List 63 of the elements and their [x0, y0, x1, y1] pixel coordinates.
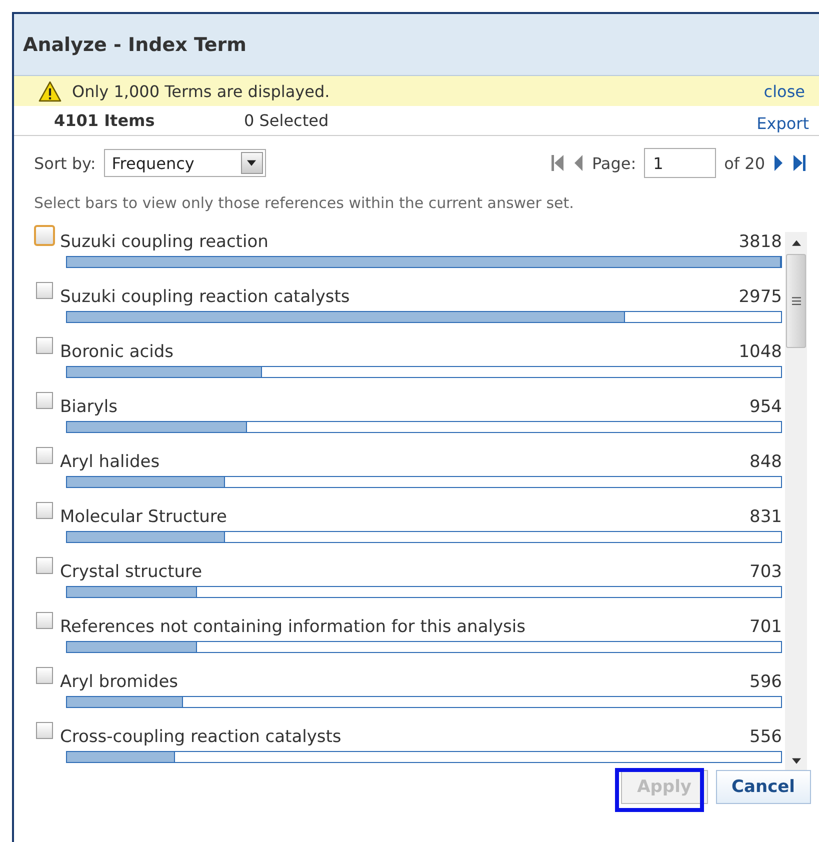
- checkbox[interactable]: [36, 722, 53, 739]
- scrollbar[interactable]: [785, 232, 807, 772]
- checkbox[interactable]: [36, 447, 53, 464]
- previous-page-icon[interactable]: [573, 153, 584, 173]
- checkbox[interactable]: [36, 667, 53, 684]
- frequency-bar[interactable]: [66, 696, 782, 708]
- term-label[interactable]: Crystal structure: [60, 562, 750, 582]
- term-count: 954: [750, 397, 782, 417]
- term-count: 831: [750, 507, 782, 527]
- last-page-icon[interactable]: [792, 153, 807, 173]
- term-label[interactable]: Suzuki coupling reaction: [60, 232, 739, 252]
- scroll-thumb[interactable]: [786, 254, 806, 348]
- term-count: 596: [750, 672, 782, 692]
- frequency-bar[interactable]: [66, 421, 782, 433]
- close-link[interactable]: close: [764, 82, 805, 100]
- hint-text: Select bars to view only those references within the current answer set.: [33, 193, 575, 212]
- frequency-bar[interactable]: [66, 751, 782, 763]
- checkbox[interactable]: [36, 612, 53, 629]
- term-label[interactable]: Biaryls: [60, 397, 750, 417]
- frequency-bar[interactable]: [66, 311, 782, 323]
- export-link[interactable]: Export: [756, 114, 809, 133]
- window-title: Analyze - Index Term: [23, 34, 246, 56]
- term-count: 703: [750, 562, 782, 582]
- term-count: 701: [750, 617, 782, 637]
- warning-icon: [38, 80, 62, 102]
- frequency-bar[interactable]: [66, 531, 782, 543]
- frequency-bar[interactable]: [66, 586, 782, 598]
- item-count: 4101 Items: [54, 111, 156, 130]
- term-count: 556: [750, 727, 782, 747]
- term-count: 1048: [738, 342, 782, 362]
- checkbox[interactable]: [34, 225, 55, 246]
- term-label[interactable]: Aryl bromides: [60, 672, 750, 692]
- grip-icon: [792, 297, 800, 305]
- page-total: of 20: [724, 154, 765, 172]
- dialog-button[interactable]: Cancel: [716, 770, 811, 804]
- checkbox[interactable]: [36, 337, 53, 354]
- frequency-bar[interactable]: [66, 476, 782, 488]
- frequency-bar[interactable]: [66, 366, 782, 378]
- caret-icon: [247, 160, 256, 166]
- term-count: 3818: [738, 232, 782, 252]
- term-count: 2975: [738, 287, 782, 307]
- checkbox[interactable]: [36, 392, 53, 409]
- checkbox[interactable]: [36, 557, 53, 574]
- term-label[interactable]: Suzuki coupling reaction catalysts: [60, 287, 739, 307]
- notice-text: Only 1,000 Terms are displayed.: [72, 82, 331, 100]
- term-count: 848: [750, 452, 782, 472]
- page-field[interactable]: 1: [644, 148, 716, 178]
- checkbox[interactable]: [36, 502, 53, 519]
- term-label[interactable]: Molecular Structure: [60, 507, 750, 527]
- frequency-bar[interactable]: [66, 641, 782, 653]
- selected-count: 0 Selected: [244, 111, 330, 130]
- sort-dropdown[interactable]: Frequency: [104, 149, 266, 177]
- first-page-icon[interactable]: [550, 153, 565, 173]
- term-label[interactable]: Boronic acids: [60, 342, 739, 362]
- next-page-icon[interactable]: [773, 153, 784, 173]
- term-label[interactable]: Cross-coupling reaction catalysts: [60, 727, 750, 747]
- term-label[interactable]: References not containing information for this analysis: [60, 617, 750, 637]
- page-label: Page:: [592, 154, 636, 172]
- sort-label: Sort by:: [34, 154, 96, 172]
- scroll-up-icon[interactable]: [792, 240, 800, 246]
- term-label[interactable]: Aryl halides: [60, 452, 750, 472]
- checkbox[interactable]: [36, 282, 53, 299]
- scroll-down-icon[interactable]: [792, 758, 800, 764]
